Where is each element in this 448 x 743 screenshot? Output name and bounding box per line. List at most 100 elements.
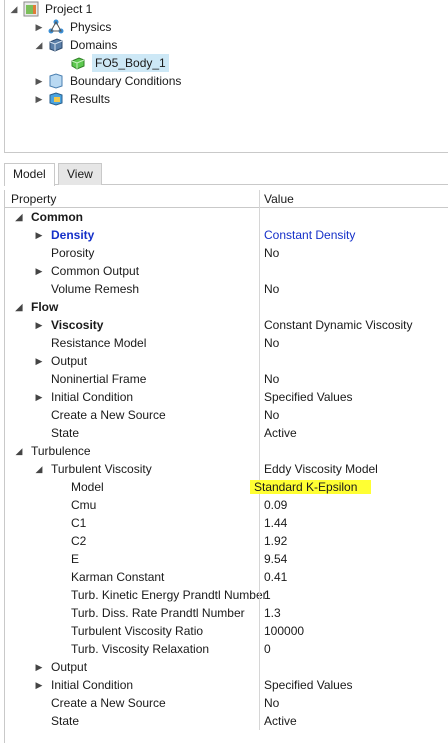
property-value: Active [264, 426, 297, 440]
value-cell[interactable]: No [259, 370, 448, 388]
property-row[interactable]: State Active [5, 424, 448, 442]
value-cell[interactable]: Active [259, 424, 448, 442]
property-row[interactable]: Cmu 0.09 [5, 496, 448, 514]
value-cell[interactable]: 9.54 [259, 550, 448, 568]
expand-arrow-icon[interactable]: ▶ [33, 658, 45, 676]
category-row[interactable]: ◢ Common [5, 208, 448, 226]
property-label: Turbulent Viscosity [51, 462, 152, 476]
property-cell: E [5, 550, 258, 568]
value-cell[interactable]: Eddy Viscosity Model [259, 460, 448, 478]
expand-arrow-icon[interactable]: ▶ [33, 388, 45, 406]
value-cell[interactable]: 100000 [259, 622, 448, 640]
property-row[interactable]: Resistance Model No [5, 334, 448, 352]
value-cell[interactable]: Standard K-Epsilon [250, 478, 448, 496]
value-cell[interactable] [259, 352, 448, 370]
value-cell[interactable] [259, 298, 448, 316]
expand-arrow-icon[interactable]: ▶ [34, 22, 44, 33]
tree-item-results[interactable]: ▶ Results [34, 90, 110, 108]
value-cell[interactable]: 1.92 [259, 532, 448, 550]
tab-strip: Model View [4, 163, 448, 186]
header-value[interactable]: Value [259, 190, 448, 208]
value-cell[interactable]: 1 [259, 586, 448, 604]
property-row[interactable]: Model Standard K-Epsilon [5, 478, 448, 496]
value-cell[interactable]: 0.09 [259, 496, 448, 514]
value-cell[interactable]: Constant Density [259, 226, 448, 244]
property-row[interactable]: ◢ Turbulent Viscosity Eddy Viscosity Model [5, 460, 448, 478]
value-cell[interactable]: No [259, 406, 448, 424]
property-row[interactable]: C2 1.92 [5, 532, 448, 550]
value-cell[interactable]: No [259, 244, 448, 262]
tree-item-domains[interactable]: ◢ Domains [34, 36, 118, 54]
collapse-arrow-icon[interactable]: ◢ [33, 460, 45, 478]
property-row[interactable]: E 9.54 [5, 550, 448, 568]
expand-arrow-icon[interactable]: ▶ [33, 226, 45, 244]
property-label: Model [71, 480, 104, 494]
value-cell[interactable] [259, 442, 448, 460]
expand-arrow-icon[interactable]: ▶ [33, 262, 45, 280]
value-cell[interactable]: Active [259, 712, 448, 730]
property-row[interactable]: Turbulent Viscosity Ratio 100000 [5, 622, 448, 640]
value-cell[interactable]: No [259, 334, 448, 352]
property-value: No [264, 372, 280, 386]
property-row[interactable]: Porosity No [5, 244, 448, 262]
property-row[interactable]: Noninertial Frame No [5, 370, 448, 388]
property-row[interactable]: ◢ Turbulence [5, 442, 448, 460]
property-label: Porosity [51, 246, 95, 260]
expand-arrow-icon[interactable]: ▶ [33, 676, 45, 694]
tree-item-body[interactable]: FO5_Body_1 [70, 54, 169, 72]
property-cell: Porosity [5, 244, 258, 262]
value-cell[interactable]: Specified Values [259, 676, 448, 694]
property-row[interactable]: Turb. Diss. Rate Prandtl Number 1.3 [5, 604, 448, 622]
tree-item-boundary-conditions[interactable]: ▶ Boundary Conditions [34, 72, 181, 90]
value-cell[interactable]: Specified Values [259, 388, 448, 406]
collapse-arrow-icon[interactable]: ◢ [13, 442, 25, 460]
property-row[interactable]: ▶ Common Output [5, 262, 448, 280]
expand-arrow-icon[interactable]: ▶ [33, 316, 45, 334]
value-cell[interactable]: 0.41 [259, 568, 448, 586]
tree-item-project[interactable]: ◢ Project 1 [9, 0, 92, 18]
property-row[interactable]: Turb. Kinetic Energy Prandtl Number 1 [5, 586, 448, 604]
property-label: Initial Condition [51, 678, 134, 692]
collapse-arrow-icon[interactable]: ◢ [13, 298, 25, 316]
property-row[interactable]: Karman Constant 0.41 [5, 568, 448, 586]
property-row[interactable]: C1 1.44 [5, 514, 448, 532]
expand-arrow-icon[interactable]: ▶ [34, 94, 44, 105]
property-label: Turbulence [31, 444, 91, 458]
property-cell: ◢ Common [5, 208, 258, 226]
expand-arrow-icon[interactable]: ▶ [34, 76, 44, 87]
collapse-arrow-icon[interactable]: ◢ [13, 208, 25, 226]
property-row[interactable]: ▶ Initial Condition Specified Values [5, 676, 448, 694]
value-cell[interactable]: Constant Dynamic Viscosity [259, 316, 448, 334]
property-row[interactable]: Create a New Source No [5, 694, 448, 712]
property-row[interactable]: ▶ Output [5, 352, 448, 370]
results-icon [48, 91, 64, 107]
property-cell: ▶ Output [5, 658, 258, 676]
property-row[interactable]: ▶ Output [5, 658, 448, 676]
property-row[interactable]: ▶ Viscosity Constant Dynamic Viscosity [5, 316, 448, 334]
property-row[interactable]: State Active [5, 712, 448, 730]
value-cell[interactable] [259, 658, 448, 676]
tree-item-physics[interactable]: ▶ Physics [34, 18, 111, 36]
property-row[interactable]: Create a New Source No [5, 406, 448, 424]
property-label: Turb. Kinetic Energy Prandtl Number [71, 588, 267, 602]
category-row[interactable]: ◢ Flow [5, 298, 448, 316]
collapse-arrow-icon[interactable]: ◢ [34, 40, 44, 51]
collapse-arrow-icon[interactable]: ◢ [9, 4, 19, 15]
expand-arrow-icon[interactable]: ▶ [33, 352, 45, 370]
header-property[interactable]: Property [5, 190, 258, 208]
property-row[interactable]: Turb. Viscosity Relaxation 0 [5, 640, 448, 658]
value-cell[interactable]: No [259, 694, 448, 712]
property-row[interactable]: Volume Remesh No [5, 280, 448, 298]
value-cell[interactable]: 1.3 [259, 604, 448, 622]
value-cell[interactable]: No [259, 280, 448, 298]
tab-view[interactable]: View [58, 163, 102, 185]
value-cell[interactable] [259, 262, 448, 280]
property-value: 0.41 [264, 570, 288, 584]
property-cell: ◢ Turbulence [5, 442, 258, 460]
value-cell[interactable]: 0 [259, 640, 448, 658]
tab-model[interactable]: Model [4, 163, 55, 186]
property-row[interactable]: ▶ Initial Condition Specified Values [5, 388, 448, 406]
property-row[interactable]: ▶ Density Constant Density [5, 226, 448, 244]
value-cell[interactable]: 1.44 [259, 514, 448, 532]
value-cell[interactable] [259, 208, 448, 226]
